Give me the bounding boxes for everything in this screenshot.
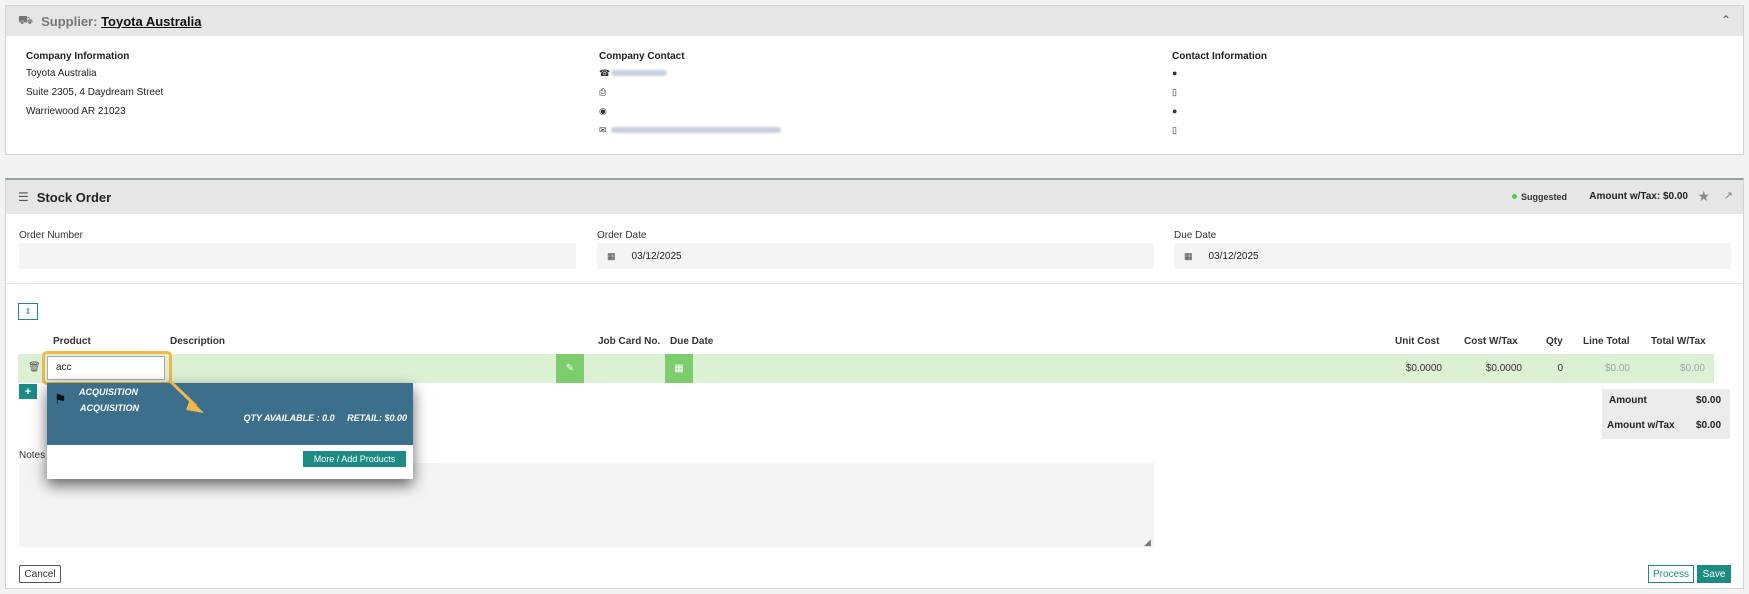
col-due-date: Due Date: [670, 336, 714, 347]
truck-icon: ⛟: [18, 13, 34, 27]
mobile-icon: ▯: [1172, 125, 1177, 135]
cancel-button[interactable]: Cancel: [19, 565, 61, 583]
total-wtax-cell: $0.00: [1679, 363, 1705, 374]
envelope-icon: ✉: [599, 125, 607, 135]
status-dot: [1512, 194, 1517, 199]
more-add-products-button[interactable]: More / Add Products: [303, 451, 406, 467]
company-contact: Company Contact ☎ ⎙ ◉ ✉: [599, 51, 781, 140]
due-date-input[interactable]: ▦ 03/12/2025: [1174, 243, 1731, 269]
col-qty: Qty: [1546, 336, 1563, 347]
order-number-input[interactable]: [19, 243, 576, 269]
supplier-panel: ⛟ Supplier: Toyota Australia ⌃ Company I…: [5, 5, 1744, 155]
stock-order-header: ☰ Stock Order Suggested Amount w/Tax: $0…: [6, 180, 1743, 214]
amount-value: $0.00: [1696, 395, 1722, 406]
qty-cell[interactable]: 0: [1545, 363, 1563, 374]
user-icon: ●: [1172, 106, 1178, 116]
order-date-label: Order Date: [597, 230, 647, 241]
globe-icon: ◉: [599, 106, 607, 116]
col-description: Description: [170, 336, 226, 347]
item-title: ACQUISITION: [79, 387, 139, 397]
callout-arrow: [168, 379, 204, 413]
add-row-button[interactable]: +: [19, 384, 37, 399]
stock-order-title: Stock Order: [36, 189, 112, 205]
mobile-icon: ▯: [1172, 87, 1177, 97]
unit-cost-cell: $0.0000: [1405, 363, 1442, 374]
star-icon[interactable]: ★: [1697, 188, 1710, 205]
supplier-name-link[interactable]: Toyota Australia: [101, 14, 201, 29]
tag-icon: ⚑: [54, 391, 67, 407]
amount-wtax-label: Amount w/Tax: [1607, 420, 1675, 431]
col-total-wtax: Total W/Tax: [1651, 336, 1706, 347]
trash-icon[interactable]: 🗑: [28, 362, 41, 373]
user-icon: ●: [1172, 68, 1178, 78]
item-meta: QTY AVAILABLE : 0.0 RETAIL: $0.00: [243, 413, 407, 423]
divider: [6, 283, 1743, 284]
calendar-icon: ▦: [607, 250, 616, 261]
due-date-picker-button[interactable]: ▦: [665, 354, 693, 383]
table-row: [18, 354, 1714, 383]
calendar-icon: ▦: [1184, 250, 1193, 261]
save-button[interactable]: Save: [1697, 565, 1731, 583]
item-subtitle: ACQUISITION: [80, 403, 140, 413]
col-job-card: Job Card No.: [598, 336, 661, 347]
order-number-label: Order Number: [19, 230, 83, 241]
order-date-input[interactable]: ▦ 03/12/2025: [597, 243, 1154, 269]
cost-wtax-cell: $0.0000: [1485, 363, 1522, 374]
col-line-total: Line Total: [1583, 336, 1630, 347]
sort-toggle-button[interactable]: ⇕: [18, 303, 38, 320]
resize-handle-icon[interactable]: ◢: [1144, 537, 1151, 548]
product-input[interactable]: acc: [47, 356, 165, 380]
process-button[interactable]: Process: [1648, 565, 1694, 583]
col-unit-cost: Unit Cost: [1395, 336, 1440, 347]
supplier-header: ⛟ Supplier: Toyota Australia ⌃: [6, 6, 1743, 36]
company-information: Company Information Toyota Australia Sui…: [26, 51, 164, 117]
amount-label: Amount: [1609, 395, 1647, 406]
notes-label: Notes: [19, 450, 46, 461]
contact-information: Contact Information ● ▯ ● ▯: [1172, 51, 1267, 140]
supplier-title: Supplier: Toyota Australia: [41, 13, 202, 29]
phone-number: [611, 70, 667, 77]
printer-icon: ⎙: [599, 87, 607, 97]
due-date-label: Due Date: [1174, 230, 1217, 241]
col-cost-wtax: Cost W/Tax: [1464, 336, 1518, 347]
edit-description-button[interactable]: ✎: [556, 354, 584, 383]
list-icon: ☰: [18, 190, 29, 204]
collapse-icon[interactable]: ⌃: [1721, 13, 1731, 27]
phone-icon: ☎: [599, 68, 611, 78]
col-product: Product: [53, 336, 91, 347]
external-link-icon[interactable]: ↗: [1724, 189, 1733, 202]
status-badge: Suggested: [1520, 192, 1567, 202]
amount-w-tax-header: Amount w/Tax: $0.00: [1589, 191, 1688, 202]
amount-wtax-value: $0.00: [1696, 420, 1722, 431]
line-total-cell: $0.00: [1604, 363, 1630, 374]
email-address[interactable]: [611, 127, 781, 134]
